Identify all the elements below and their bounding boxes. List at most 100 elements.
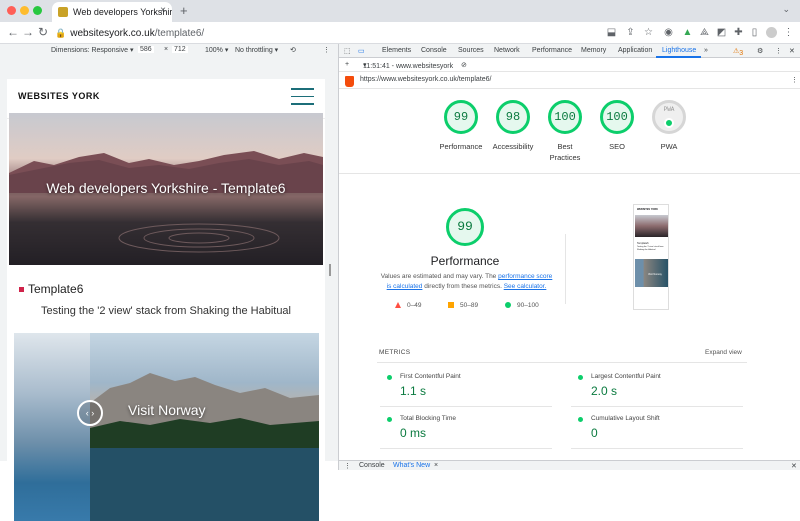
favicon-icon	[58, 7, 68, 17]
divider	[339, 173, 800, 174]
thumb-logo: WEBSITES YORK	[637, 208, 658, 211]
score-gauge-performance[interactable]: 99	[444, 100, 478, 134]
address-bar[interactable]: 🔒 websitesyork.co.uk/template6/	[55, 25, 600, 42]
throttling-select[interactable]: No throttling ▾	[235, 46, 278, 54]
hero-image: Web developers Yorkshire - Template6	[9, 113, 323, 265]
page-screenshot-thumbnail[interactable]: WEBSITES YORK Template6 Testing the '2 v…	[633, 204, 669, 310]
share-icon[interactable]: ⇪	[625, 27, 636, 38]
dimensions-select[interactable]: Dimensions: Responsive ▾	[51, 46, 134, 54]
settings-gear-icon[interactable]: ⚙	[757, 47, 763, 55]
drawer-menu-icon[interactable]: ⋮	[344, 462, 351, 470]
see-calculator-link[interactable]: See calculator.	[504, 283, 547, 290]
extension-icon[interactable]: ⟁	[699, 27, 710, 38]
warning-badge[interactable]: ⚠ 3	[733, 47, 743, 57]
device-toolbar: Dimensions: Responsive ▾ 586 × 712 100% …	[0, 44, 338, 57]
tab-title: Web developers Yorkshire - T	[73, 7, 172, 17]
score-label-seo: SEO	[609, 142, 625, 151]
tab-sources[interactable]: Sources	[458, 47, 484, 54]
height-input[interactable]: 712	[172, 46, 188, 53]
add-report-icon[interactable]: +	[345, 61, 349, 68]
puzzle-icon[interactable]: ✚	[733, 27, 744, 38]
install-icon[interactable]: ⬓	[606, 27, 617, 38]
new-tab-button[interactable]: +	[180, 3, 188, 18]
close-window-button[interactable]	[7, 6, 16, 15]
lock-icon: 🔒	[55, 28, 67, 38]
section-title: Template6	[19, 282, 83, 296]
page-viewport[interactable]: WEBSITES YORK Web developers Yorkshire -…	[7, 79, 325, 521]
tab-application[interactable]: Application	[618, 47, 652, 54]
tab-strip: Web developers Yorkshire - T × + ⌄	[0, 0, 800, 22]
report-select[interactable]: 11:51:41 - www.websitesyork ▾	[363, 61, 453, 70]
metrics-header: METRICS	[379, 349, 411, 356]
score-label-pwa: PWA	[660, 142, 678, 151]
menu-icon[interactable]: ⋮	[783, 27, 794, 38]
inspect-icon[interactable]: ⬚	[344, 47, 351, 55]
section-subtitle: Testing the '2 view' stack from Shaking …	[41, 305, 291, 317]
browser-toolbar: ← → ↻ 🔒 websitesyork.co.uk/template6/ ⬓ ⇪…	[0, 22, 800, 44]
maximize-window-button[interactable]	[33, 6, 42, 15]
divider	[565, 234, 566, 304]
rotate-icon[interactable]: ⟲	[290, 46, 296, 54]
drive-icon[interactable]: ▲	[682, 27, 693, 38]
tab-console[interactable]: Console	[421, 47, 447, 54]
tab-close-icon[interactable]: ×	[160, 5, 166, 16]
slide-image-sky	[14, 333, 90, 521]
thumb-slide-title: Visit Norway	[648, 273, 662, 276]
score-gauge-pwa[interactable]: PWA	[652, 100, 686, 134]
url-path: /template6/	[154, 28, 205, 39]
tab-performance[interactable]: Performance	[532, 47, 572, 54]
devtools-panel: ⬚ ▭ Elements Console Sources Network Per…	[338, 44, 800, 470]
more-options-icon[interactable]: ⋮	[775, 47, 782, 55]
lighthouse-icon	[345, 76, 354, 87]
active-tab-indicator	[656, 56, 701, 58]
orange-square-icon	[448, 302, 454, 308]
more-options-icon[interactable]: ⋮	[323, 46, 330, 54]
bookmark-star-icon[interactable]: ☆	[643, 27, 654, 38]
side-panel-icon[interactable]: ▯	[749, 27, 760, 38]
drawer-tab-close-icon[interactable]: ×	[434, 462, 438, 469]
score-label-accessibility: Accessibility	[492, 142, 534, 151]
slider-handle[interactable]: ‹ ›	[77, 400, 103, 426]
score-gauge-accessibility[interactable]: 98	[496, 100, 530, 134]
expand-view-button[interactable]: Expand view	[705, 349, 742, 356]
drawer-tab-whats-new[interactable]: What's New	[393, 462, 430, 469]
clear-icon[interactable]: ⊘	[461, 61, 467, 69]
width-input[interactable]: 586	[138, 46, 154, 53]
tab-memory[interactable]: Memory	[581, 47, 606, 54]
browser-tab[interactable]: Web developers Yorkshire - T ×	[52, 2, 172, 22]
thumb-section: Template6	[637, 242, 649, 245]
close-icon[interactable]: ✕	[789, 47, 795, 55]
extension-icon[interactable]: ◩	[716, 27, 727, 38]
report-menu-icon[interactable]: ⋮	[791, 76, 798, 84]
tab-network[interactable]: Network	[494, 47, 520, 54]
image-slider[interactable]: Visit Norway ‹ ›	[14, 333, 319, 521]
tab-lighthouse[interactable]: Lighthouse	[662, 47, 696, 54]
back-icon[interactable]: ←	[7, 25, 19, 39]
forward-icon[interactable]: →	[22, 25, 34, 39]
hamburger-menu-icon[interactable]	[291, 88, 314, 111]
minimize-window-button[interactable]	[20, 6, 29, 15]
metric-lcp: Largest Contentful Paint 2.0 s	[571, 371, 743, 407]
score-gauge-seo[interactable]: 100	[600, 100, 634, 134]
green-circle-icon	[578, 417, 583, 422]
close-drawer-icon[interactable]: ✕	[791, 462, 797, 470]
device-emulator: WEBSITES YORK Web developers Yorkshire -…	[0, 57, 338, 521]
extension-icon[interactable]: ◉	[663, 27, 674, 38]
metric-tbt: Total Blocking Time 0 ms	[380, 413, 552, 449]
score-gauge-best-practices[interactable]: 100	[548, 100, 582, 134]
resize-handle[interactable]	[329, 264, 331, 276]
reload-icon[interactable]: ↻	[38, 25, 48, 39]
metric-fcp: First Contentful Paint 1.1 s	[380, 371, 552, 407]
green-circle-icon	[387, 417, 392, 422]
performance-description: Values are estimated and may vary. The p…	[380, 273, 553, 290]
tab-search-button[interactable]: ⌄	[782, 4, 790, 15]
site-logo[interactable]: WEBSITES YORK	[18, 91, 100, 101]
zoom-select[interactable]: 100% ▾	[205, 46, 228, 54]
tab-elements[interactable]: Elements	[382, 47, 411, 54]
avatar[interactable]	[766, 27, 777, 38]
device-toggle-icon[interactable]: ▭	[358, 47, 365, 55]
lighthouse-toolbar: + 11:51:41 - www.websitesyork ▾ ⊘	[339, 59, 800, 72]
thumb-sub: Testing the '2 view' stack from Shaking …	[637, 246, 664, 251]
more-tabs-icon[interactable]: »	[704, 47, 708, 54]
drawer-tab-console[interactable]: Console	[359, 462, 385, 469]
